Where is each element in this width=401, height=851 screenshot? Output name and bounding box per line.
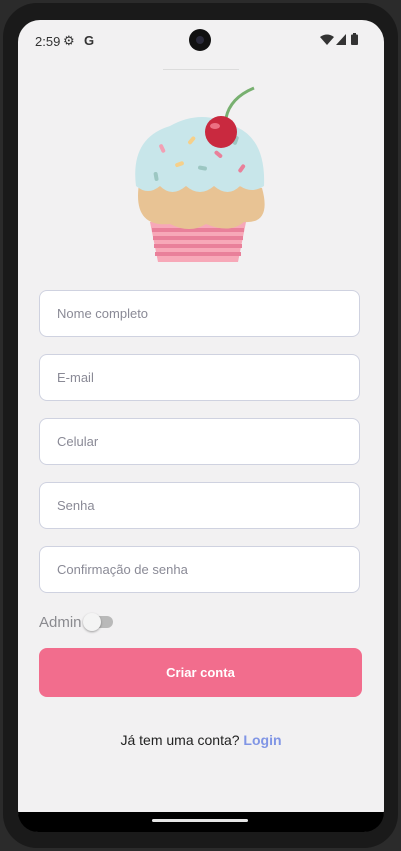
email-input[interactable]: [40, 355, 359, 400]
login-link[interactable]: Login: [243, 732, 281, 748]
password-field[interactable]: [39, 482, 360, 529]
app-screen: 2:59 ⚙ G Nome completo E-mail Celular Ad…: [18, 20, 384, 832]
settings-icon: ⚙: [63, 33, 75, 48]
confirm-password-field[interactable]: [39, 546, 360, 593]
phone-field[interactable]: [39, 418, 360, 465]
phone-input[interactable]: [40, 419, 359, 464]
name-input[interactable]: [40, 291, 359, 336]
confirm-password-input[interactable]: [40, 547, 359, 592]
login-prompt-text: Já tem uma conta?: [120, 732, 240, 748]
signal-icon: [336, 34, 346, 45]
status-bar: 2:59 ⚙ G: [18, 20, 384, 60]
status-time: 2:59: [35, 34, 61, 49]
home-indicator[interactable]: [152, 819, 248, 822]
email-field[interactable]: [39, 354, 360, 401]
login-prompt: Já tem uma conta? Login: [18, 732, 384, 748]
device-frame: 2:59 ⚙ G Nome completo E-mail Celular Ad…: [3, 3, 398, 848]
camera-cutout: [189, 29, 211, 51]
wifi-icon: [320, 34, 334, 45]
navigation-bar: [18, 812, 384, 832]
admin-toggle[interactable]: [83, 613, 113, 631]
admin-label: Admin: [39, 614, 82, 631]
create-account-button[interactable]: Criar conta: [39, 648, 362, 697]
cupcake-logo: [135, 86, 265, 262]
battery-icon: [351, 33, 358, 45]
password-input[interactable]: [40, 483, 359, 528]
name-field[interactable]: [39, 290, 360, 337]
toggle-thumb: [83, 613, 101, 631]
google-icon: G: [84, 33, 95, 48]
